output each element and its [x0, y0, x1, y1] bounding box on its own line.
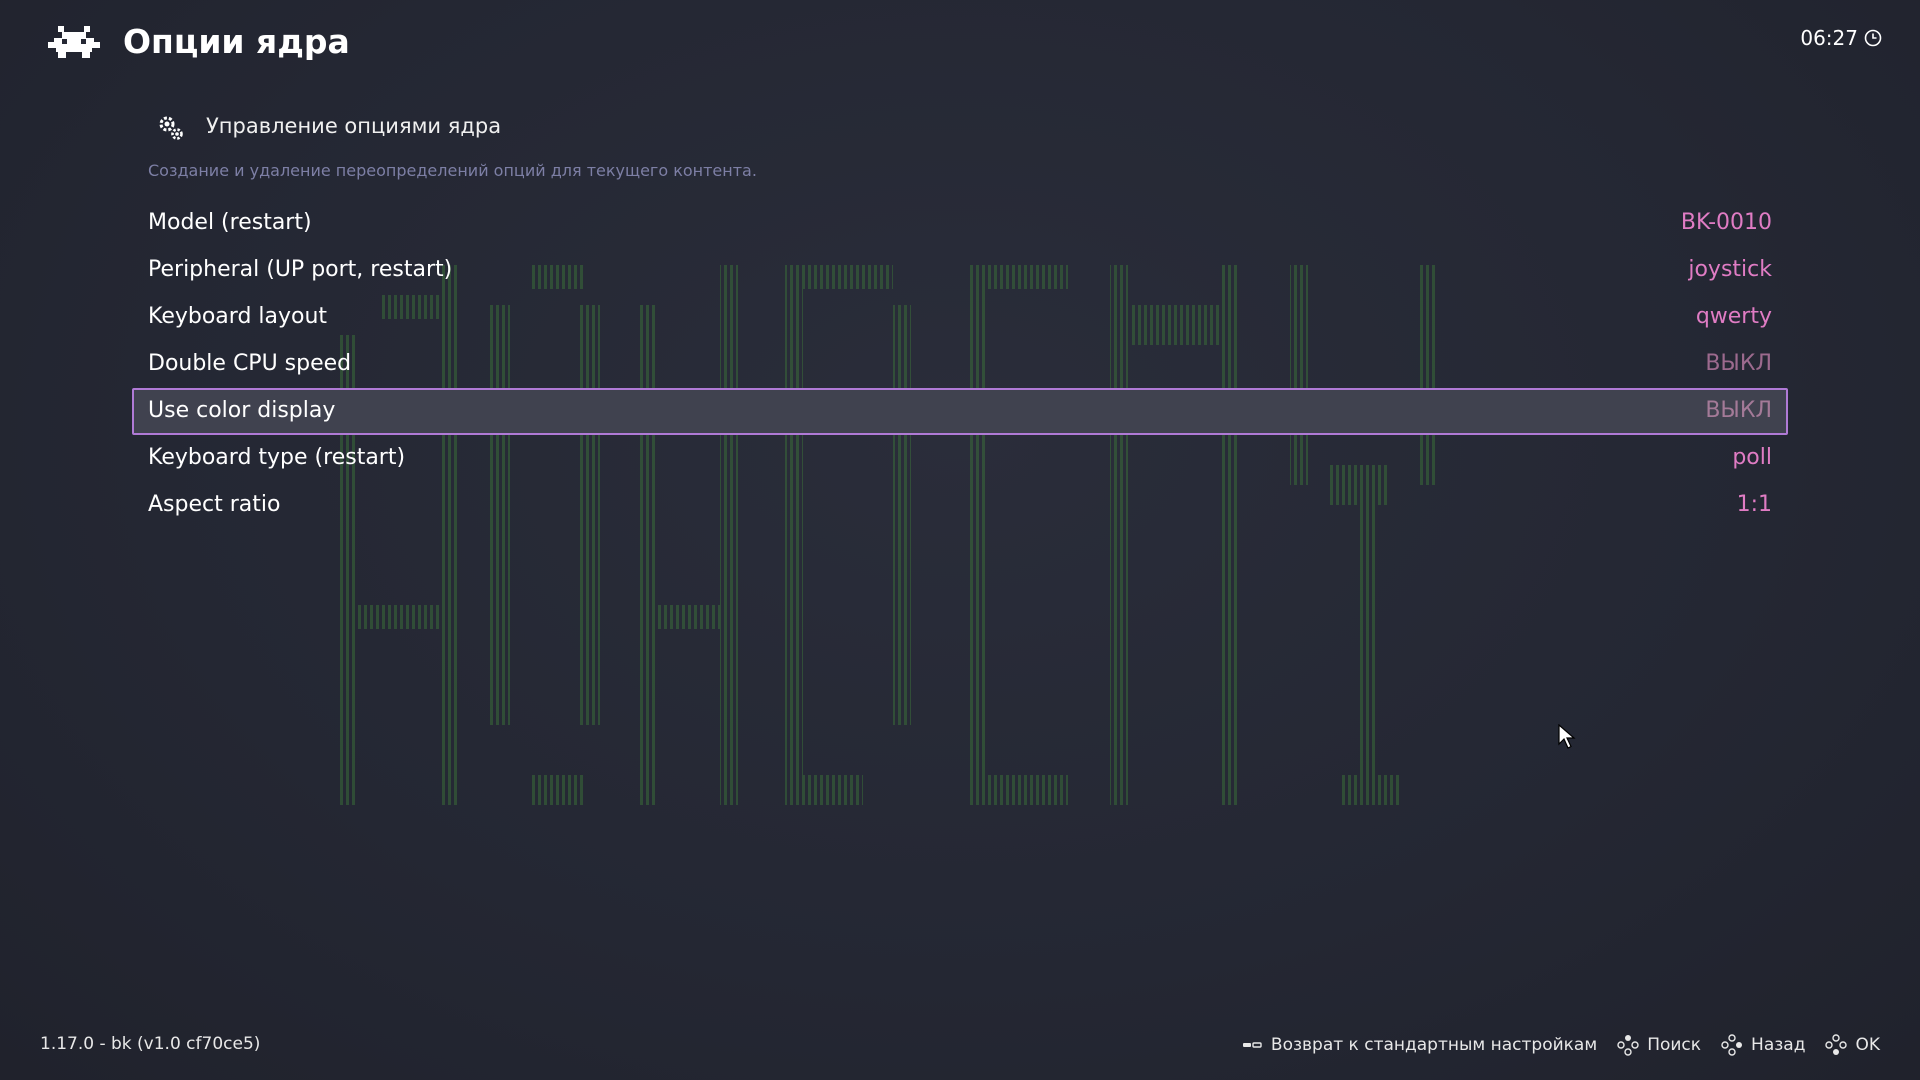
hint-label: OK: [1855, 1035, 1880, 1055]
option-row-aspect-ratio[interactable]: Aspect ratio 1:1: [132, 482, 1788, 529]
clock-time: 06:27: [1800, 26, 1858, 50]
retroarch-invader-icon: [48, 26, 100, 58]
core-version: 1.17.0 - bk (v1.0 cf70ce5): [40, 1034, 261, 1054]
option-label: Aspect ratio: [148, 492, 281, 517]
manage-core-options-item[interactable]: Управление опциями ядра: [132, 105, 1788, 151]
button-hints: Возврат к стандартным настройкам Поиск Н…: [1241, 1034, 1880, 1056]
footer: 1.17.0 - bk (v1.0 cf70ce5) Возврат к ста…: [0, 1020, 1920, 1080]
gamepad-y-icon: [1617, 1035, 1639, 1056]
section-sublabel: Создание и удаление переопределений опци…: [148, 161, 757, 180]
option-value: ВЫКЛ: [1705, 398, 1772, 423]
option-value: poll: [1732, 445, 1772, 470]
hint-label: Назад: [1751, 1035, 1806, 1055]
hint-back[interactable]: Назад: [1721, 1034, 1805, 1056]
option-value: 1:1: [1736, 492, 1772, 517]
hint-reset-defaults[interactable]: Возврат к стандартным настройкам: [1241, 1034, 1597, 1056]
mouse-pointer-icon: [1558, 724, 1576, 749]
hint-label: Возврат к стандартным настройкам: [1270, 1035, 1598, 1055]
option-row-use-color-display[interactable]: Use color display ВЫКЛ: [132, 388, 1788, 435]
header: Опции ядра 06:27: [0, 0, 1920, 90]
option-label: Keyboard layout: [148, 304, 328, 329]
options-panel: Управление опциями ядра Создание и удале…: [132, 105, 1788, 517]
page-title: Опции ядра: [123, 22, 350, 61]
core-options-screen: Опции ядра 06:27 Управление опциями ядра…: [0, 0, 1920, 1080]
option-label: Keyboard type (restart): [148, 445, 406, 470]
clock-icon: [1864, 29, 1882, 47]
gamepad-a-icon: [1825, 1034, 1848, 1055]
option-label: Use color display: [148, 398, 336, 423]
option-value: ВЫКЛ: [1705, 351, 1772, 376]
hint-label: Поиск: [1647, 1035, 1702, 1055]
option-label: Double CPU speed: [148, 351, 352, 376]
option-row-peripheral[interactable]: Peripheral (UP port, restart) joystick: [132, 247, 1788, 294]
section-label: Управление опциями ядра: [206, 114, 502, 138]
option-row-double-cpu-speed[interactable]: Double CPU speed ВЫКЛ: [132, 341, 1788, 388]
option-label: Model (restart): [148, 210, 312, 235]
option-row-keyboard-type[interactable]: Keyboard type (restart) poll: [132, 435, 1788, 482]
option-label: Peripheral (UP port, restart): [148, 257, 453, 282]
gamepad-b-icon: [1721, 1034, 1743, 1056]
clock: 06:27: [1800, 26, 1882, 50]
gears-icon: [159, 116, 183, 140]
option-row-model[interactable]: Model (restart) BK-0010: [132, 200, 1788, 247]
option-row-keyboard-layout[interactable]: Keyboard layout qwerty: [132, 294, 1788, 341]
option-value: BK-0010: [1680, 210, 1772, 235]
option-value: joystick: [1688, 257, 1772, 282]
select-key-icon: [1242, 1042, 1262, 1048]
hint-search[interactable]: Поиск: [1617, 1034, 1701, 1056]
hint-ok[interactable]: OK: [1825, 1034, 1880, 1056]
options-list: Model (restart) BK-0010 Peripheral (UP p…: [132, 200, 1788, 529]
option-value: qwerty: [1695, 304, 1772, 329]
